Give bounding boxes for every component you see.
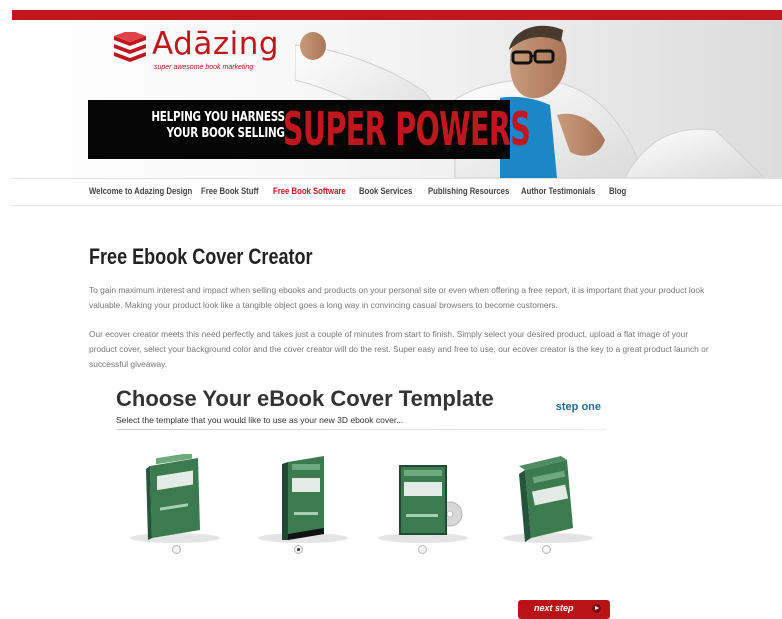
template-software-box[interactable] [493,454,603,544]
chooser-subtitle: Select the template that you would like … [116,415,404,425]
top-accent-bar [12,10,782,20]
step-label: step one [555,401,601,413]
nav-item-welcome[interactable]: Welcome to Adazing Design [89,186,192,196]
next-step-button[interactable]: next step [518,600,610,619]
next-step-label: next step [534,603,574,613]
nav-item-free-book-stuff[interactable]: Free Book Stuff [201,186,259,196]
logo-text: Adāzing [152,26,280,62]
site-logo[interactable]: Adāzing super awesome book marketing [112,26,282,78]
template-radio-hardcover[interactable] [294,545,303,554]
book-stack-icon [114,32,146,62]
hero-banner: HELPING YOU HARNESS YOUR BOOK SELLING SU… [88,100,531,159]
logo-tagline: super awesome book marketing [154,64,254,71]
banner-line-1: HELPING YOU HARNESS [151,110,286,125]
nav-item-publishing-resources[interactable]: Publishing Resources [428,186,509,196]
banner-highlight: SUPER POWERS [283,102,531,156]
nav-item-free-book-software[interactable]: Free Book Software [273,186,346,196]
template-dvd-case[interactable] [368,454,478,544]
template-paperback-book[interactable] [120,454,230,544]
template-radio-paperback[interactable] [172,545,181,554]
template-radio-software-box[interactable] [542,545,551,554]
banner-line-2: YOUR BOOK SELLING [166,126,285,141]
nav-item-blog[interactable]: Blog [609,186,626,196]
nav-item-book-services[interactable]: Book Services [359,186,412,196]
arrow-right-icon [592,604,601,613]
cover-template-chooser: Choose Your eBook Cover Template step on… [110,382,610,582]
template-hardcover-book[interactable] [248,454,358,544]
main-nav: Welcome to Adazing Design Free Book Stuf… [12,179,782,204]
template-radio-dvd[interactable] [418,545,427,554]
chooser-divider [116,429,606,430]
site-header: Adāzing super awesome book marketing HEL… [12,20,782,178]
chooser-title: Choose Your eBook Cover Template [116,386,494,411]
page-title: Free Ebook Cover Creator [89,244,313,269]
nav-item-author-testimonials[interactable]: Author Testimonials [521,186,595,196]
nav-divider-bottom [12,205,782,206]
banner-tagline: HELPING YOU HARNESS YOUR BOOK SELLING [151,110,286,142]
description-paragraph: Our ecover creator meets this need perfe… [89,329,709,369]
intro-paragraph: To gain maximum interest and impact when… [89,285,705,310]
